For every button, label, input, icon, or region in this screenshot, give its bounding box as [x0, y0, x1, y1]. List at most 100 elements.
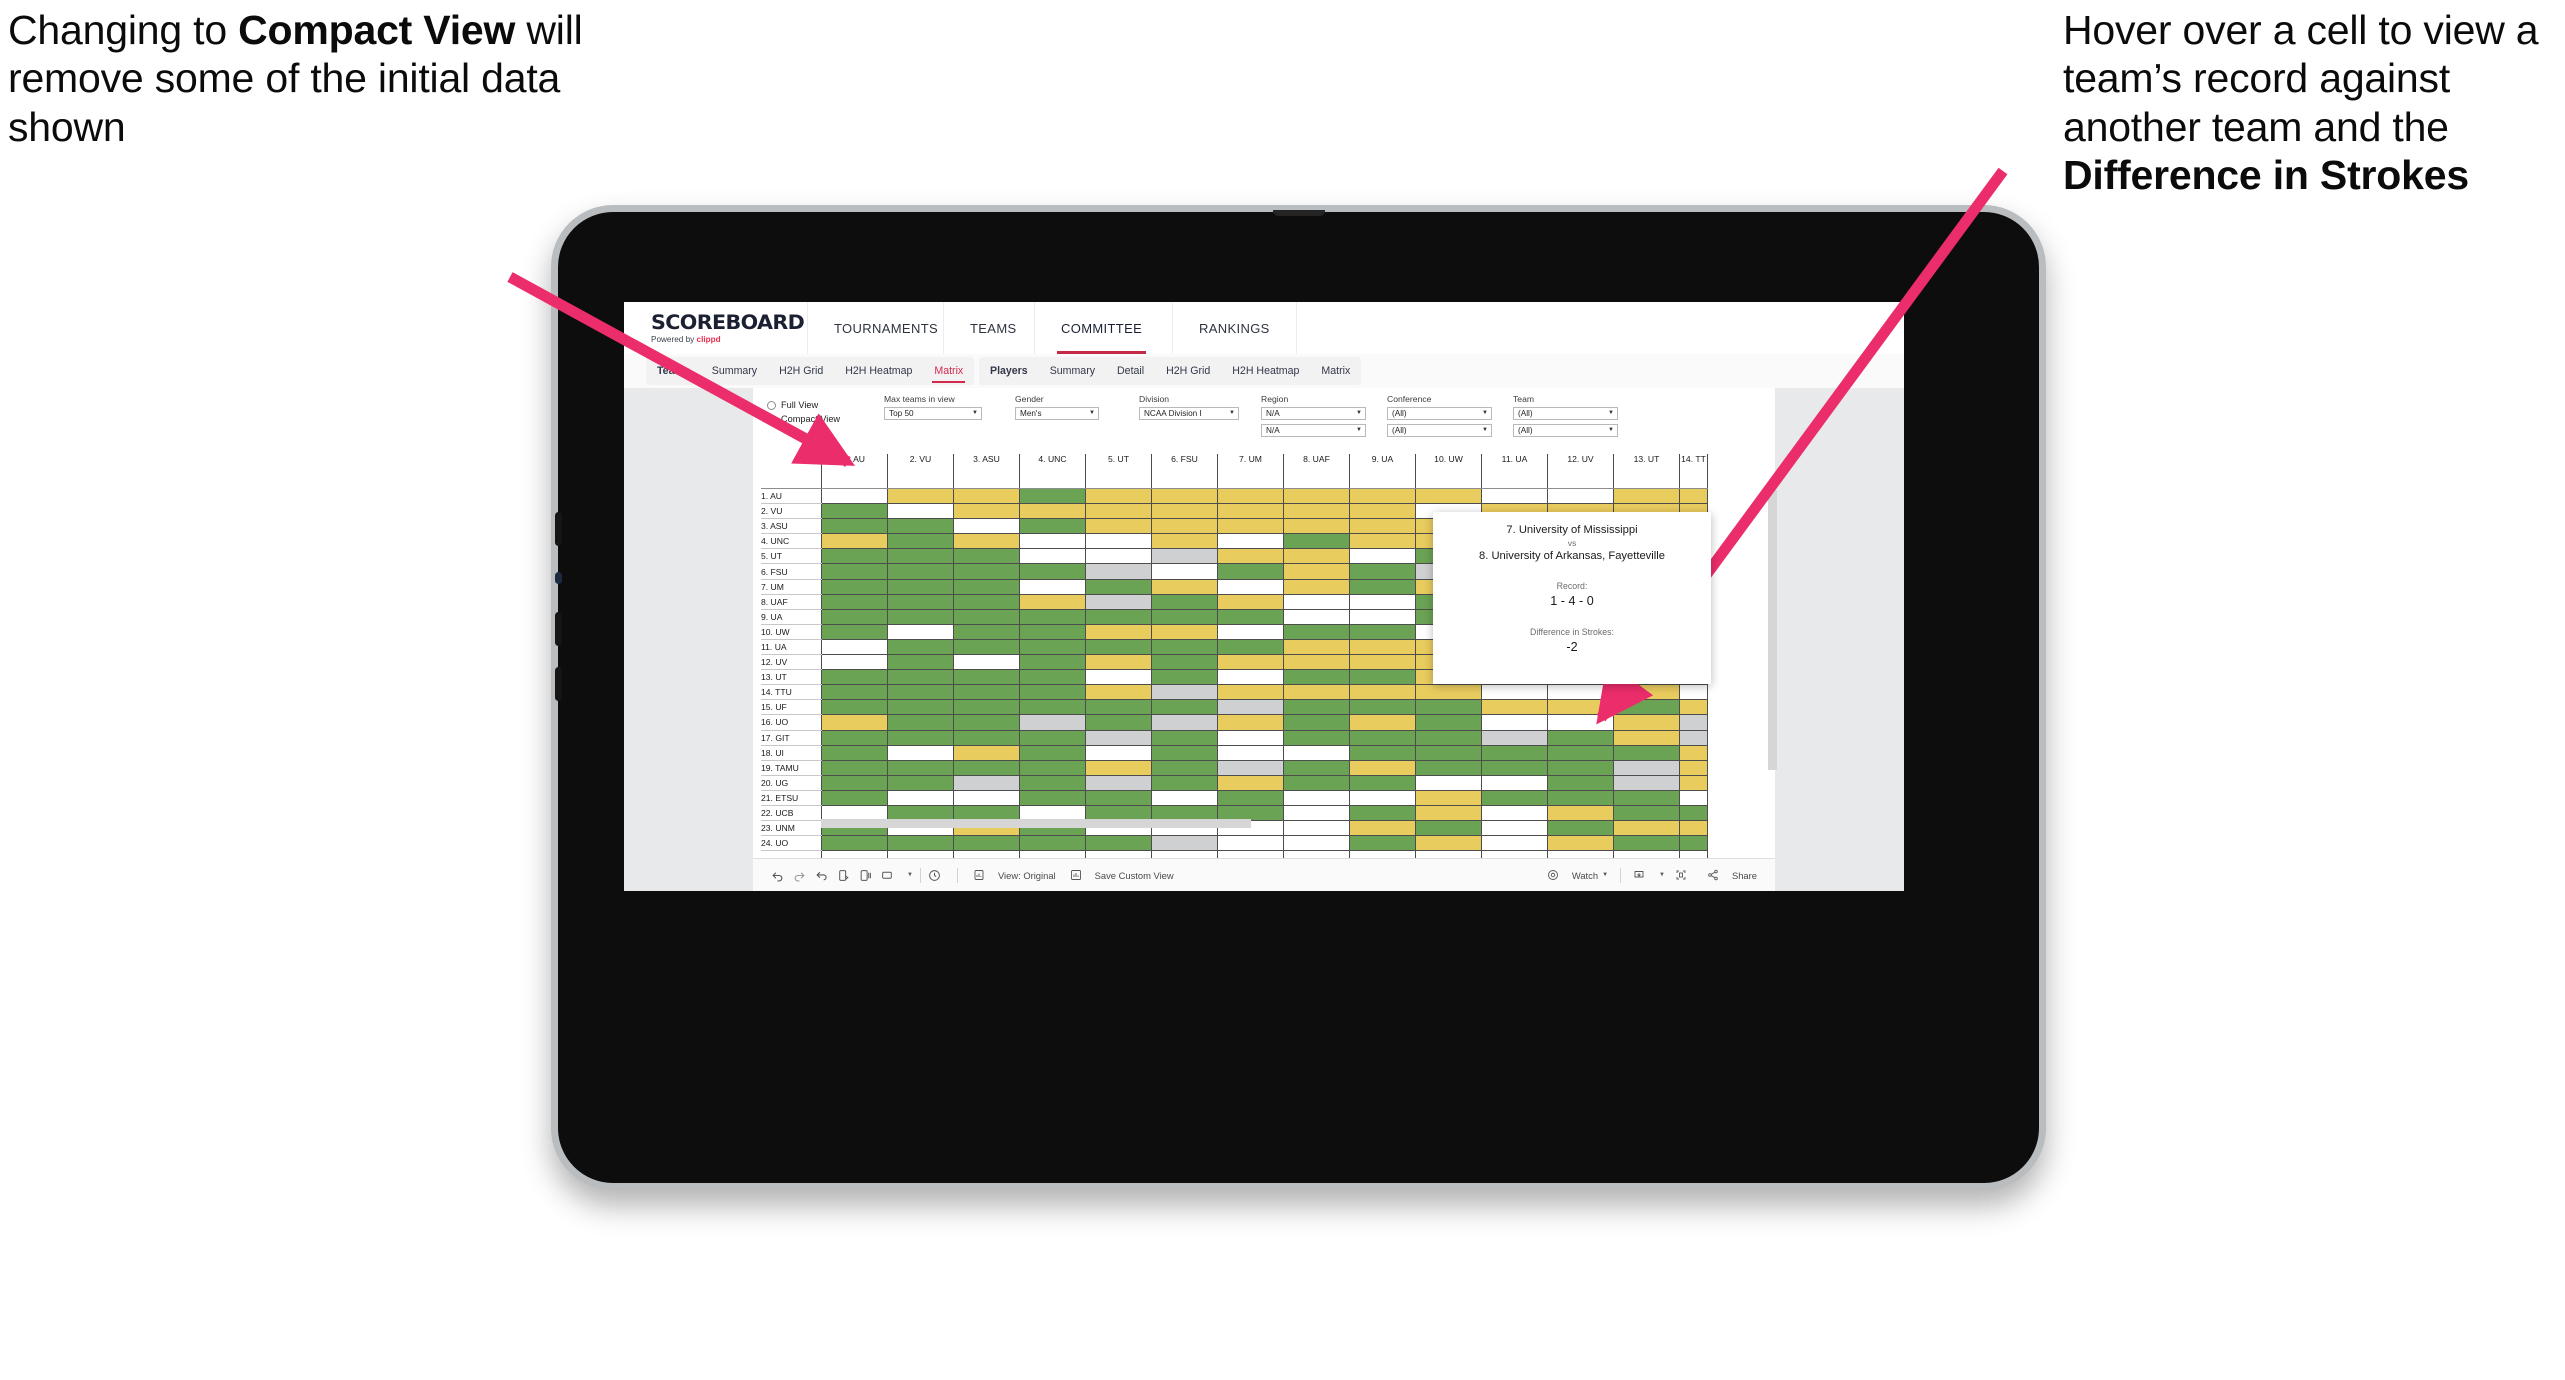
matrix-cell[interactable]: [1481, 487, 1548, 505]
matrix-cell[interactable]: [953, 487, 1020, 505]
subnav-item-players-h2h-heatmap[interactable]: H2H Heatmap: [1221, 357, 1310, 385]
matrix-cell[interactable]: [1547, 744, 1614, 761]
matrix-cell[interactable]: [1481, 714, 1548, 731]
pause-updates-icon[interactable]: [859, 869, 881, 882]
matrix-cell[interactable]: [1019, 744, 1086, 761]
matrix-cell[interactable]: [1613, 804, 1680, 822]
matrix-row-header[interactable]: 7. UM: [761, 579, 822, 595]
filter-team-select-1[interactable]: (All) ▼: [1513, 406, 1618, 420]
matrix-cell[interactable]: [1349, 533, 1416, 550]
matrix-row-header[interactable]: 3. ASU: [761, 518, 822, 535]
matrix-cell[interactable]: [1217, 563, 1284, 580]
matrix-cell[interactable]: [1679, 684, 1708, 701]
view-original-button[interactable]: View: Original: [973, 859, 1056, 891]
subnav-item-players[interactable]: Players: [979, 357, 1039, 385]
matrix-cell[interactable]: [1085, 548, 1152, 565]
share-button[interactable]: Share: [1707, 859, 1757, 891]
matrix-cell[interactable]: [1679, 714, 1708, 731]
matrix-cell[interactable]: [1349, 684, 1416, 701]
matrix-cell[interactable]: [953, 714, 1020, 731]
matrix-cell[interactable]: [1349, 578, 1416, 595]
matrix-cell[interactable]: [821, 533, 888, 550]
matrix-cell[interactable]: [1481, 820, 1548, 837]
device-layout-button[interactable]: [1675, 859, 1697, 891]
matrix-column-header[interactable]: 6. FSU: [1151, 454, 1218, 489]
matrix-cell[interactable]: [1019, 654, 1086, 671]
matrix-cell[interactable]: [1613, 759, 1680, 776]
matrix-cell[interactable]: [1679, 729, 1708, 746]
matrix-cell[interactable]: [1085, 744, 1152, 761]
matrix-cell[interactable]: [1349, 835, 1416, 852]
matrix-cell[interactable]: [887, 593, 954, 610]
matrix-cell[interactable]: [1283, 654, 1350, 671]
matrix-cell[interactable]: [1349, 789, 1416, 806]
matrix-cell[interactable]: [1547, 774, 1614, 791]
matrix-cell[interactable]: [953, 548, 1020, 565]
matrix-cell[interactable]: [821, 789, 888, 806]
matrix-cell[interactable]: [953, 638, 1020, 656]
matrix-cell[interactable]: [1151, 638, 1218, 656]
undo-icon[interactable]: [771, 869, 793, 882]
matrix-cell[interactable]: [1217, 518, 1284, 535]
matrix-cell[interactable]: [1481, 684, 1548, 701]
matrix-cell[interactable]: [953, 774, 1020, 791]
matrix-cell[interactable]: [1019, 669, 1086, 686]
matrix-cell[interactable]: [1283, 518, 1350, 535]
matrix-cell[interactable]: [1151, 487, 1218, 505]
matrix-cell[interactable]: [1217, 699, 1284, 716]
matrix-cell[interactable]: [1151, 533, 1218, 550]
matrix-column-header[interactable]: 10. UW: [1415, 454, 1482, 489]
matrix-cell[interactable]: [1349, 714, 1416, 731]
matrix-cell[interactable]: [1283, 608, 1350, 625]
matrix-cell[interactable]: [1349, 563, 1416, 580]
matrix-cell[interactable]: [1151, 503, 1218, 520]
matrix-row-header[interactable]: 19. TAMU: [761, 760, 822, 776]
matrix-cell[interactable]: [1283, 669, 1350, 686]
matrix-cell[interactable]: [1085, 669, 1152, 686]
matrix-cell[interactable]: [1679, 835, 1708, 852]
matrix-row-header[interactable]: 15. UF: [761, 699, 822, 716]
matrix-cell[interactable]: [821, 593, 888, 610]
matrix-cell[interactable]: [1415, 804, 1482, 822]
matrix-cell[interactable]: [953, 669, 1020, 686]
matrix-cell[interactable]: [1349, 820, 1416, 837]
matrix-cell[interactable]: [1547, 714, 1614, 731]
matrix-cell[interactable]: [821, 578, 888, 595]
matrix-cell[interactable]: [887, 669, 954, 686]
nav-tab-tournaments[interactable]: TOURNAMENTS: [820, 302, 952, 354]
matrix-cell[interactable]: [1349, 518, 1416, 535]
matrix-cell[interactable]: [1283, 774, 1350, 791]
matrix-cell[interactable]: [1085, 759, 1152, 776]
matrix-cell[interactable]: [1217, 578, 1284, 595]
matrix-cell[interactable]: [821, 623, 888, 640]
matrix-cell[interactable]: [1085, 608, 1152, 625]
matrix-cell[interactable]: [1151, 684, 1218, 701]
matrix-cell[interactable]: [1217, 623, 1284, 640]
matrix-cell[interactable]: [821, 638, 888, 656]
matrix-cell[interactable]: [1547, 835, 1614, 852]
matrix-cell[interactable]: [1679, 744, 1708, 761]
matrix-cell[interactable]: [1151, 548, 1218, 565]
radio-option-compact-view[interactable]: Compact View: [767, 412, 840, 426]
matrix-cell[interactable]: [1547, 820, 1614, 837]
matrix-cell[interactable]: [1283, 533, 1350, 550]
matrix-cell[interactable]: [1415, 487, 1482, 505]
matrix-cell[interactable]: [1349, 503, 1416, 520]
matrix-cell[interactable]: [1019, 638, 1086, 656]
matrix-cell[interactable]: [1481, 804, 1548, 822]
tablet-side-button-volume-down[interactable]: [555, 667, 562, 701]
matrix-cell[interactable]: [953, 729, 1020, 746]
matrix-cell[interactable]: [1085, 518, 1152, 535]
matrix-cell[interactable]: [1085, 835, 1152, 852]
matrix-cell[interactable]: [1085, 729, 1152, 746]
matrix-cell[interactable]: [953, 533, 1020, 550]
matrix-cell[interactable]: [953, 623, 1020, 640]
matrix-cell[interactable]: [1415, 759, 1482, 776]
matrix-cell[interactable]: [1151, 623, 1218, 640]
matrix-cell[interactable]: [1283, 578, 1350, 595]
matrix-cell[interactable]: [821, 714, 888, 731]
filter-gender-select[interactable]: Men's ▼: [1015, 406, 1099, 420]
matrix-cell[interactable]: [1613, 789, 1680, 806]
matrix-cell[interactable]: [887, 699, 954, 716]
matrix-row-header[interactable]: 12. UV: [761, 654, 822, 671]
